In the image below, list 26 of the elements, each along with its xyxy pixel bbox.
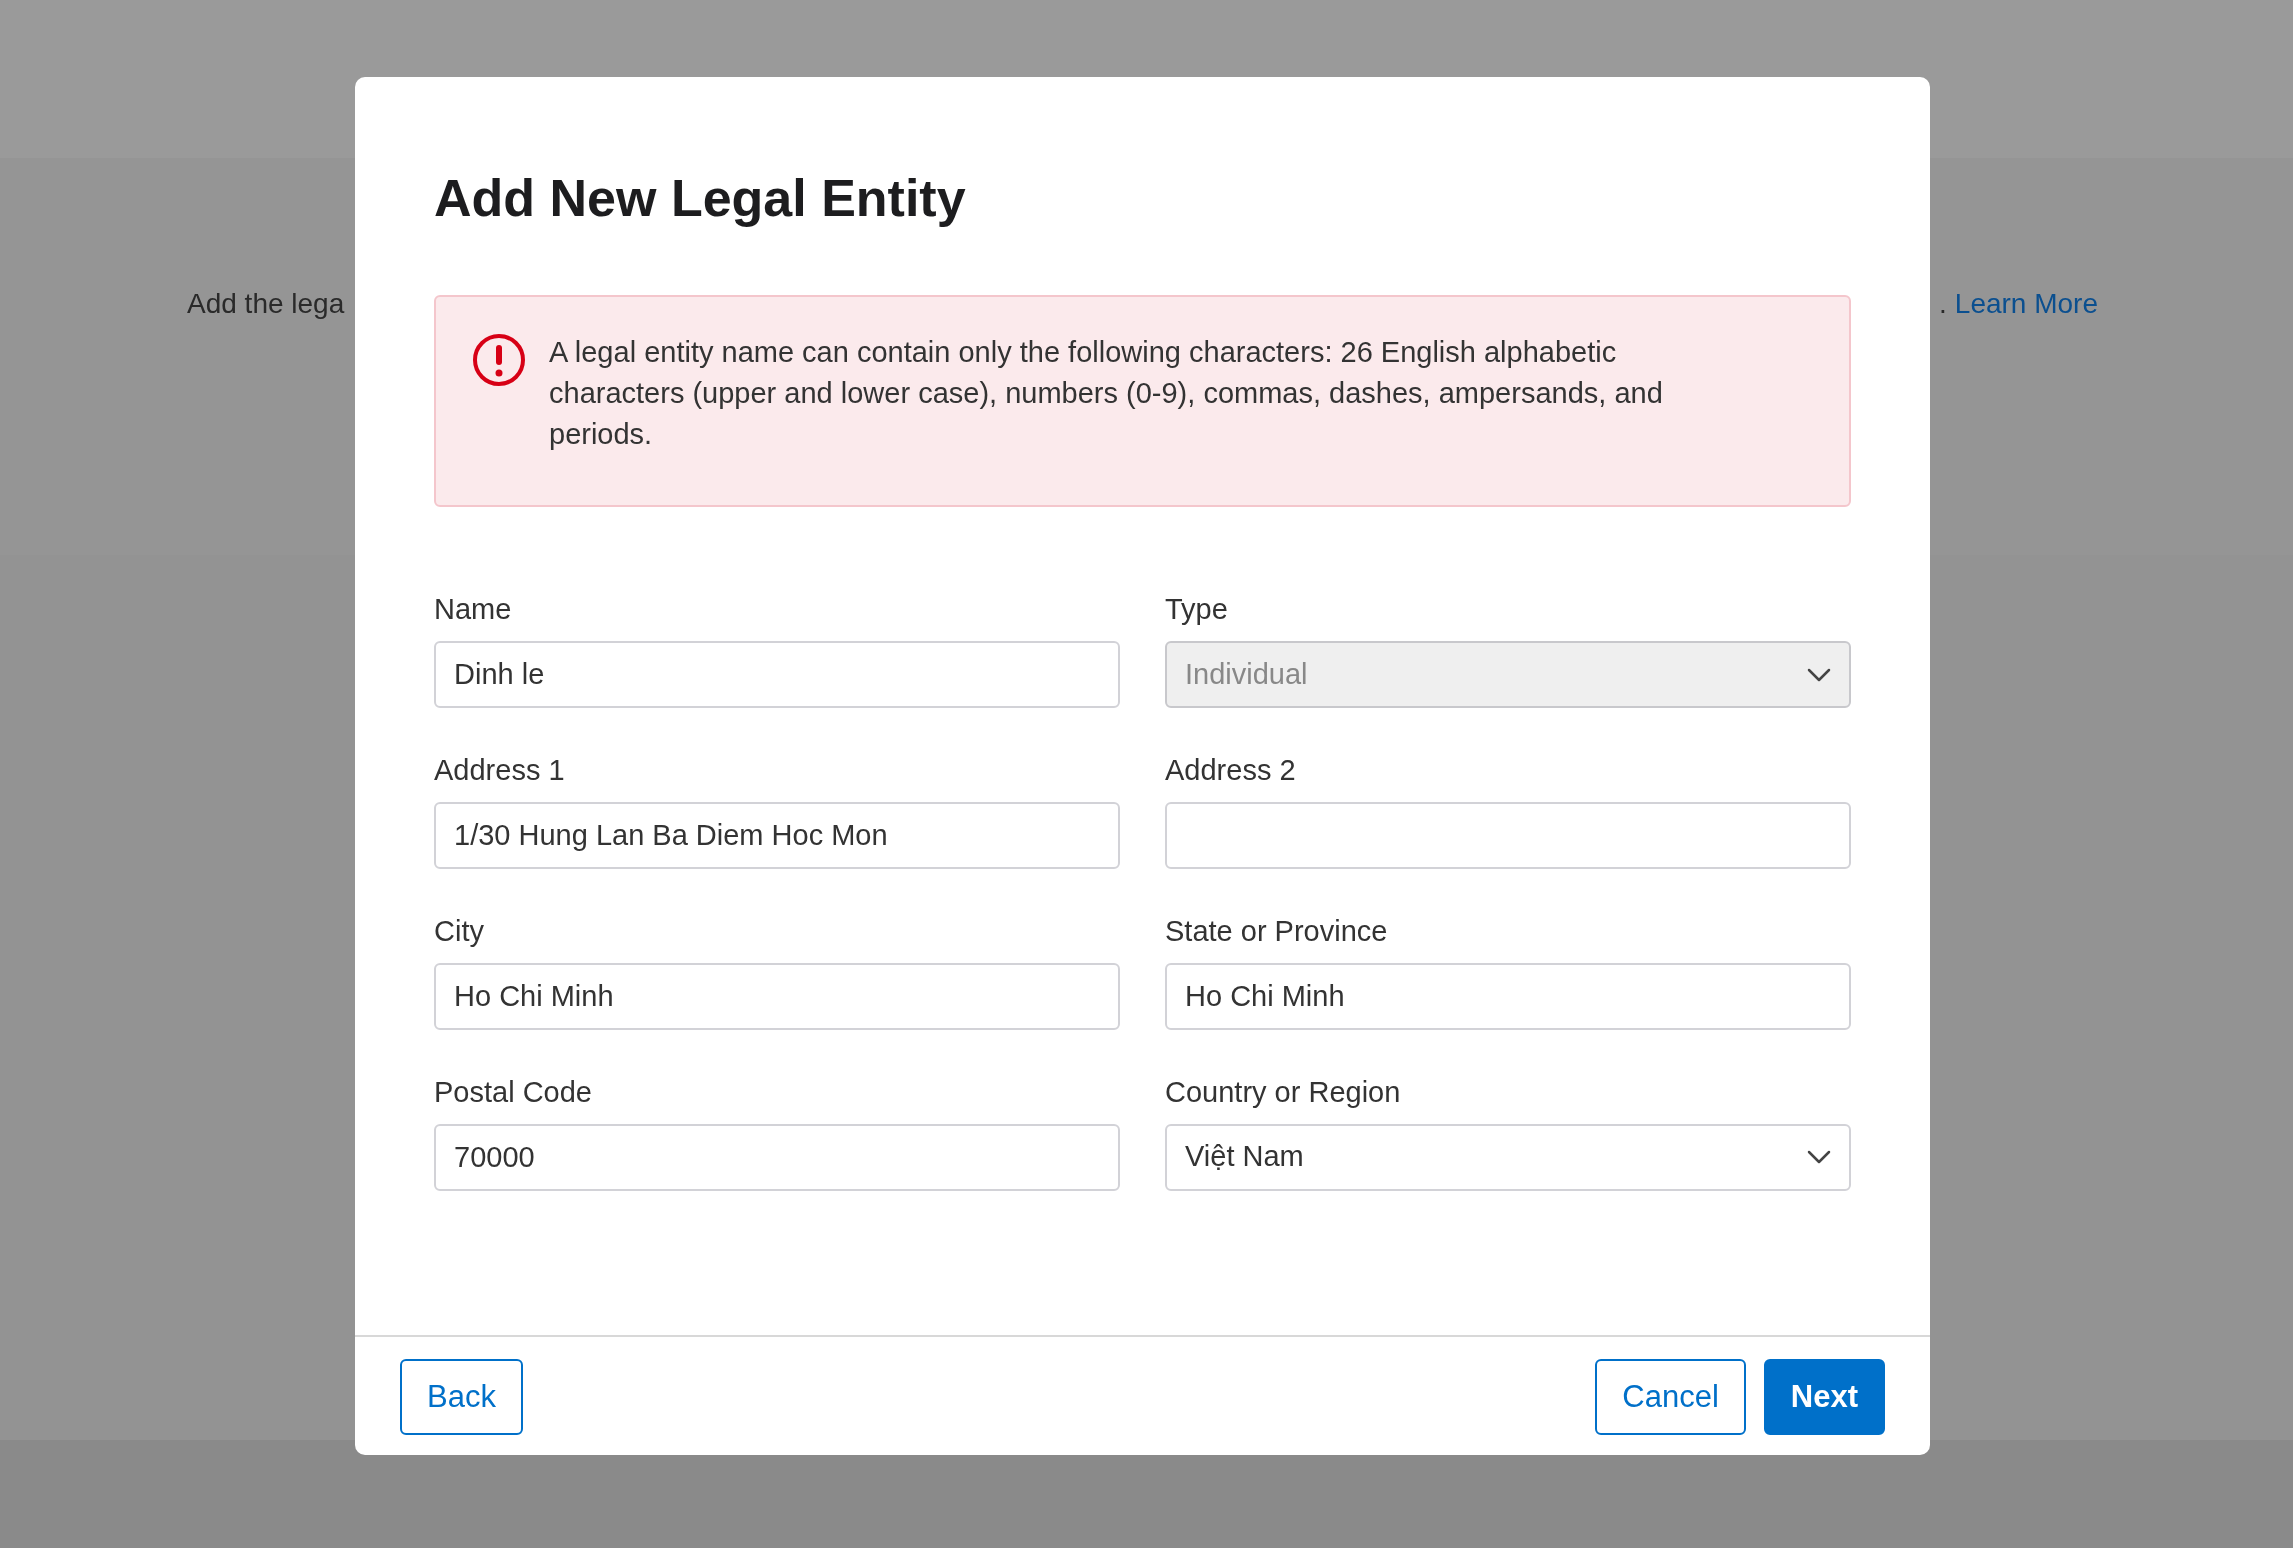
field-label: Country or Region <box>1165 1074 1402 1110</box>
input-field[interactable]: Ho Chi Minh <box>1165 962 1851 1030</box>
dropdown[interactable]: Việt Nam <box>1165 1123 1851 1191</box>
chevron-down-icon <box>1807 1150 1831 1165</box>
input-field[interactable]: 70000 <box>434 1123 1120 1191</box>
field-label: State or Province <box>1165 914 1389 949</box>
dropdown: Individual <box>1165 641 1851 709</box>
error-icon <box>471 332 527 389</box>
dialog-title: Add New Legal Entity <box>434 168 967 229</box>
field-label: Type <box>1165 592 1229 628</box>
field-label: Postal Code <box>434 1074 593 1110</box>
field-label: City <box>434 914 485 949</box>
input-field[interactable] <box>1165 802 1851 869</box>
field-label: Address 2 <box>1165 753 1297 788</box>
field-label: Address 1 <box>434 753 566 788</box>
error-message: A legal entity name can contain only the following characters: 26 English alphabetic characters (upper and lower case), numbers (0-9), commas, dashes, ampersands, and periods. <box>549 335 1664 453</box>
dialog-button[interactable]: Next <box>1763 1359 1885 1435</box>
input-field[interactable]: Ho Chi Minh <box>434 962 1120 1030</box>
dialog-button[interactable]: Back <box>400 1359 523 1435</box>
background-text: . <box>1939 287 1947 321</box>
input-field[interactable]: 1/30 Hung Lan Ba Diem Hoc Mon <box>434 802 1120 869</box>
background-text: Add the lega <box>187 287 345 321</box>
field-label: Name <box>434 592 513 628</box>
dialog-button[interactable]: Cancel <box>1595 1359 1746 1435</box>
input-field[interactable]: Dinh le <box>434 641 1120 709</box>
chevron-down-icon <box>1807 667 1831 682</box>
